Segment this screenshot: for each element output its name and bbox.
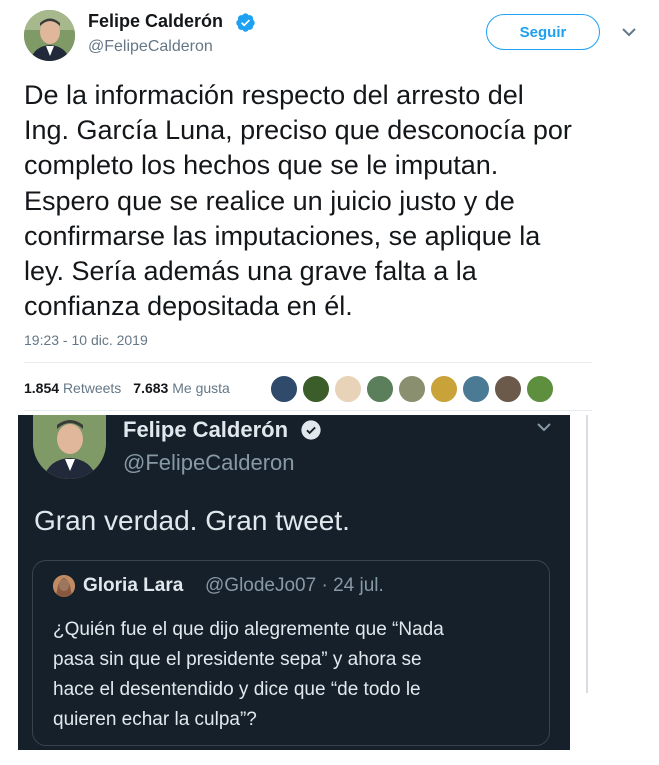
liker-avatar[interactable] (398, 375, 426, 403)
embedded-author-avatar (33, 415, 106, 479)
liker-avatar[interactable] (366, 375, 394, 403)
divider (24, 410, 592, 411)
tweet-timestamp[interactable]: 19:23 - 10 dic. 2019 (24, 332, 148, 348)
follow-button[interactable]: Seguir (486, 14, 600, 50)
embedded-author-name: Felipe Calderón (123, 417, 289, 442)
quoted-author-name: Gloria Lara (83, 575, 184, 596)
likes-count: 7.683 (133, 380, 169, 396)
liker-avatar[interactable] (270, 375, 298, 403)
embedded-tweet-text: Gran verdad. Gran tweet. (34, 505, 350, 536)
liker-avatar[interactable] (302, 375, 330, 403)
embedded-author-handle: @FelipeCalderon (123, 450, 295, 475)
liker-avatar[interactable] (462, 375, 490, 403)
chevron-down-icon[interactable] (620, 25, 638, 39)
liker-avatar[interactable] (526, 375, 554, 403)
retweets-count: 1.854 (24, 380, 60, 396)
divider (24, 362, 592, 363)
author-handle[interactable]: @FelipeCalderon (88, 38, 213, 56)
retweets-label: Retweets (62, 380, 122, 396)
retweets-stat[interactable]: 1.854 Retweets (24, 380, 121, 396)
liker-avatar[interactable] (494, 375, 522, 403)
tweet-stats: 1.854 Retweets 7.683 Me gusta (24, 380, 230, 396)
verified-badge-icon (236, 13, 255, 32)
liker-avatar[interactable] (430, 375, 458, 403)
quoted-author-avatar (53, 575, 75, 597)
embedded-screenshot-image[interactable]: Felipe Calderón @FelipeCalderon Gran ver… (18, 415, 570, 750)
likes-label: Me gusta (172, 380, 230, 396)
verified-badge-icon (301, 420, 321, 440)
tweet-text: De la información respecto del arresto d… (24, 80, 572, 322)
quoted-author-handle-date: @GlodeJo07 · 24 jul. (205, 575, 384, 596)
author-name[interactable]: Felipe Calderón (88, 11, 223, 32)
author-avatar[interactable] (24, 10, 75, 61)
embed-margin (570, 415, 586, 750)
liker-avatar[interactable] (334, 375, 362, 403)
liker-avatars (270, 375, 554, 405)
quoted-tweet-text: ¿Quién fue el que dijo alegremente que “… (53, 619, 444, 730)
chevron-down-icon (537, 423, 551, 432)
scrollbar-track[interactable] (586, 415, 588, 693)
quoted-tweet: Gloria Lara @GlodeJo07 · 24 jul. ¿Quién … (32, 560, 550, 746)
likes-stat[interactable]: 7.683 Me gusta (133, 380, 230, 396)
